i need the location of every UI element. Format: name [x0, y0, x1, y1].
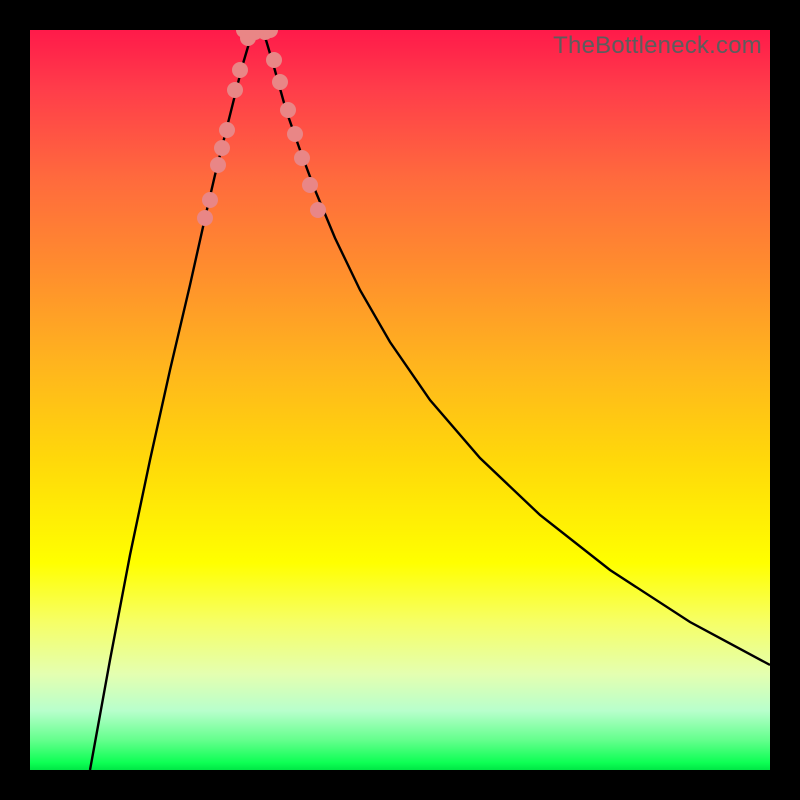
data-dot — [310, 202, 326, 218]
data-dot — [287, 126, 303, 142]
chart-frame: TheBottleneck.com — [0, 0, 800, 800]
data-dot — [302, 177, 318, 193]
data-dot — [280, 102, 296, 118]
data-dot — [232, 62, 248, 78]
right-curve — [258, 30, 770, 665]
data-dot — [197, 210, 213, 226]
chart-svg — [30, 30, 770, 770]
left-curve — [90, 30, 258, 770]
data-dot — [272, 74, 288, 90]
data-dot — [219, 122, 235, 138]
data-dots — [197, 30, 326, 226]
data-dot — [266, 52, 282, 68]
data-dot — [214, 140, 230, 156]
data-dot — [202, 192, 218, 208]
data-dot — [294, 150, 310, 166]
data-dot — [227, 82, 243, 98]
data-dot — [210, 157, 226, 173]
curve-group — [90, 30, 770, 770]
plot-area: TheBottleneck.com — [30, 30, 770, 770]
